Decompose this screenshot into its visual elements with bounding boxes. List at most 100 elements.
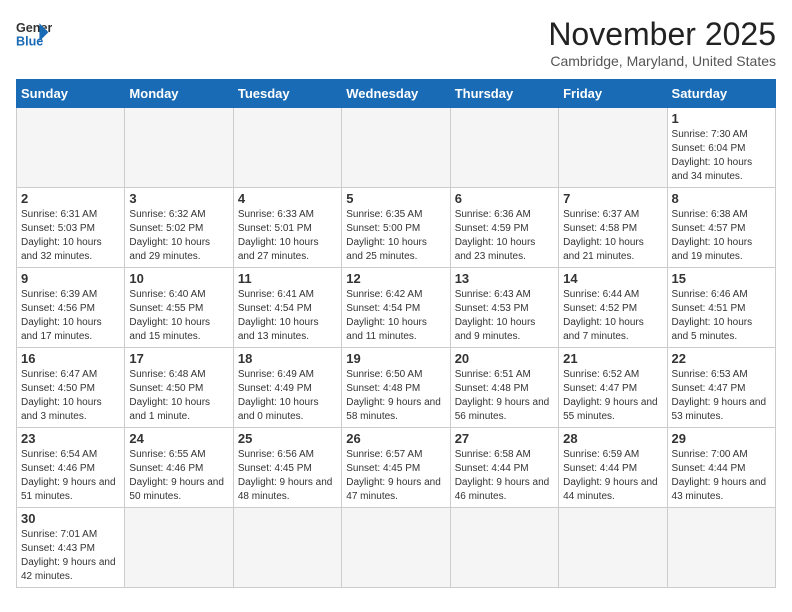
day-number: 21 — [563, 351, 662, 366]
calendar-cell: 3Sunrise: 6:32 AM Sunset: 5:02 PM Daylig… — [125, 188, 233, 268]
calendar-cell: 21 Sunrise: 6:52 AM Sunset: 4:47 PM Dayli… — [559, 348, 667, 428]
svg-text:Blue: Blue — [16, 35, 43, 49]
day-number: 22 — [672, 351, 771, 366]
calendar-week-row: 30Sunrise: 7:01 AM Sunset: 4:43 PM Dayli… — [17, 508, 776, 588]
day-number: 10 — [129, 271, 228, 286]
calendar-day-header: Monday — [125, 80, 233, 108]
calendar-cell — [233, 108, 341, 188]
day-number: 11 — [238, 271, 337, 286]
title-block: November 2025 Cambridge, Maryland, Unite… — [548, 16, 776, 69]
calendar-day-header: Tuesday — [233, 80, 341, 108]
day-number: 20 — [455, 351, 554, 366]
calendar-cell — [125, 108, 233, 188]
day-info: Sunrise: 6:55 AM Sunset: 4:46 PM Dayligh… — [129, 448, 228, 504]
day-info: Sunrise: 6:57 AM Sunset: 4:45 PM Dayligh… — [346, 448, 445, 504]
calendar-cell: 24 Sunrise: 6:55 AM Sunset: 4:46 PM Dayli… — [125, 428, 233, 508]
day-info: Sunrise: 6:39 AM Sunset: 4:56 PM Dayligh… — [21, 288, 120, 344]
calendar-cell: 27Sunrise: 6:58 AM Sunset: 4:44 PM Dayli… — [450, 428, 558, 508]
day-info: Sunrise: 6:49 AM Sunset: 4:49 PM Dayligh… — [238, 368, 337, 424]
calendar-cell — [17, 108, 125, 188]
calendar-cell: 14Sunrise: 6:44 AM Sunset: 4:52 PM Dayli… — [559, 268, 667, 348]
calendar-day-header: Friday — [559, 80, 667, 108]
calendar-table: SundayMondayTuesdayWednesdayThursdayFrid… — [16, 79, 776, 588]
page-header: General Blue November 2025 Cambridge, Ma… — [16, 16, 776, 69]
day-number: 27 — [455, 431, 554, 446]
day-info: Sunrise: 6:33 AM Sunset: 5:01 PM Dayligh… — [238, 208, 337, 264]
day-info: Sunrise: 6:37 AM Sunset: 4:58 PM Dayligh… — [563, 208, 662, 264]
calendar-cell — [667, 508, 775, 588]
day-number: 2 — [21, 191, 120, 206]
calendar-cell: 23 Sunrise: 6:54 AM Sunset: 4:46 PM Dayli… — [17, 428, 125, 508]
day-info: Sunrise: 6:32 AM Sunset: 5:02 PM Dayligh… — [129, 208, 228, 264]
calendar-cell: 7 Sunrise: 6:37 AM Sunset: 4:58 PM Daylig… — [559, 188, 667, 268]
day-number: 12 — [346, 271, 445, 286]
day-info: Sunrise: 6:43 AM Sunset: 4:53 PM Dayligh… — [455, 288, 554, 344]
day-number: 7 — [563, 191, 662, 206]
day-info: Sunrise: 6:35 AM Sunset: 5:00 PM Dayligh… — [346, 208, 445, 264]
calendar-week-row: 16 Sunrise: 6:47 AM Sunset: 4:50 PM Dayli… — [17, 348, 776, 428]
calendar-cell — [342, 108, 450, 188]
day-number: 29 — [672, 431, 771, 446]
day-info: Sunrise: 6:44 AM Sunset: 4:52 PM Dayligh… — [563, 288, 662, 344]
calendar-cell — [342, 508, 450, 588]
day-number: 13 — [455, 271, 554, 286]
calendar-cell: 26 Sunrise: 6:57 AM Sunset: 4:45 PM Dayli… — [342, 428, 450, 508]
day-info: Sunrise: 6:54 AM Sunset: 4:46 PM Dayligh… — [21, 448, 120, 504]
calendar-week-row: 23 Sunrise: 6:54 AM Sunset: 4:46 PM Dayli… — [17, 428, 776, 508]
calendar-cell: 6Sunrise: 6:36 AM Sunset: 4:59 PM Daylig… — [450, 188, 558, 268]
calendar-cell: 28 Sunrise: 6:59 AM Sunset: 4:44 PM Dayli… — [559, 428, 667, 508]
calendar-cell — [233, 508, 341, 588]
day-info: Sunrise: 6:46 AM Sunset: 4:51 PM Dayligh… — [672, 288, 771, 344]
calendar-cell: 2Sunrise: 6:31 AM Sunset: 5:03 PM Daylig… — [17, 188, 125, 268]
calendar-cell: 13 Sunrise: 6:43 AM Sunset: 4:53 PM Dayli… — [450, 268, 558, 348]
logo: General Blue — [16, 16, 52, 52]
calendar-cell — [559, 108, 667, 188]
calendar-cell: 5 Sunrise: 6:35 AM Sunset: 5:00 PM Daylig… — [342, 188, 450, 268]
calendar-cell: 25Sunrise: 6:56 AM Sunset: 4:45 PM Dayli… — [233, 428, 341, 508]
day-info: Sunrise: 7:01 AM Sunset: 4:43 PM Dayligh… — [21, 528, 120, 584]
month-title: November 2025 — [548, 16, 776, 53]
day-number: 24 — [129, 431, 228, 446]
day-info: Sunrise: 6:40 AM Sunset: 4:55 PM Dayligh… — [129, 288, 228, 344]
calendar-cell: 11Sunrise: 6:41 AM Sunset: 4:54 PM Dayli… — [233, 268, 341, 348]
day-number: 9 — [21, 271, 120, 286]
calendar-cell: 29 Sunrise: 7:00 AM Sunset: 4:44 PM Dayli… — [667, 428, 775, 508]
calendar-cell: 16 Sunrise: 6:47 AM Sunset: 4:50 PM Dayli… — [17, 348, 125, 428]
day-number: 23 — [21, 431, 120, 446]
calendar-cell — [559, 508, 667, 588]
calendar-cell: 19 Sunrise: 6:50 AM Sunset: 4:48 PM Dayli… — [342, 348, 450, 428]
day-number: 1 — [672, 111, 771, 126]
calendar-cell: 8 Sunrise: 6:38 AM Sunset: 4:57 PM Daylig… — [667, 188, 775, 268]
calendar-week-row: 1 Sunrise: 7:30 AM Sunset: 6:04 PM Daylig… — [17, 108, 776, 188]
day-info: Sunrise: 6:52 AM Sunset: 4:47 PM Dayligh… — [563, 368, 662, 424]
day-number: 17 — [129, 351, 228, 366]
calendar-cell — [450, 108, 558, 188]
day-info: Sunrise: 7:00 AM Sunset: 4:44 PM Dayligh… — [672, 448, 771, 504]
day-number: 28 — [563, 431, 662, 446]
day-number: 16 — [21, 351, 120, 366]
calendar-cell: 10 Sunrise: 6:40 AM Sunset: 4:55 PM Dayli… — [125, 268, 233, 348]
calendar-cell: 30Sunrise: 7:01 AM Sunset: 4:43 PM Dayli… — [17, 508, 125, 588]
day-number: 18 — [238, 351, 337, 366]
day-number: 15 — [672, 271, 771, 286]
day-number: 26 — [346, 431, 445, 446]
logo-icon: General Blue — [16, 16, 52, 52]
day-number: 8 — [672, 191, 771, 206]
calendar-day-header: Sunday — [17, 80, 125, 108]
calendar-cell: 18 Sunrise: 6:49 AM Sunset: 4:49 PM Dayli… — [233, 348, 341, 428]
day-info: Sunrise: 6:59 AM Sunset: 4:44 PM Dayligh… — [563, 448, 662, 504]
calendar-cell: 17Sunrise: 6:48 AM Sunset: 4:50 PM Dayli… — [125, 348, 233, 428]
day-number: 19 — [346, 351, 445, 366]
calendar-header-row: SundayMondayTuesdayWednesdayThursdayFrid… — [17, 80, 776, 108]
day-number: 25 — [238, 431, 337, 446]
calendar-cell: 1 Sunrise: 7:30 AM Sunset: 6:04 PM Daylig… — [667, 108, 775, 188]
day-info: Sunrise: 6:51 AM Sunset: 4:48 PM Dayligh… — [455, 368, 554, 424]
day-info: Sunrise: 6:47 AM Sunset: 4:50 PM Dayligh… — [21, 368, 120, 424]
day-info: Sunrise: 6:36 AM Sunset: 4:59 PM Dayligh… — [455, 208, 554, 264]
calendar-cell: 22Sunrise: 6:53 AM Sunset: 4:47 PM Dayli… — [667, 348, 775, 428]
day-info: Sunrise: 6:50 AM Sunset: 4:48 PM Dayligh… — [346, 368, 445, 424]
day-info: Sunrise: 6:38 AM Sunset: 4:57 PM Dayligh… — [672, 208, 771, 264]
calendar-cell: 9 Sunrise: 6:39 AM Sunset: 4:56 PM Daylig… — [17, 268, 125, 348]
day-number: 5 — [346, 191, 445, 206]
day-info: Sunrise: 7:30 AM Sunset: 6:04 PM Dayligh… — [672, 128, 771, 184]
